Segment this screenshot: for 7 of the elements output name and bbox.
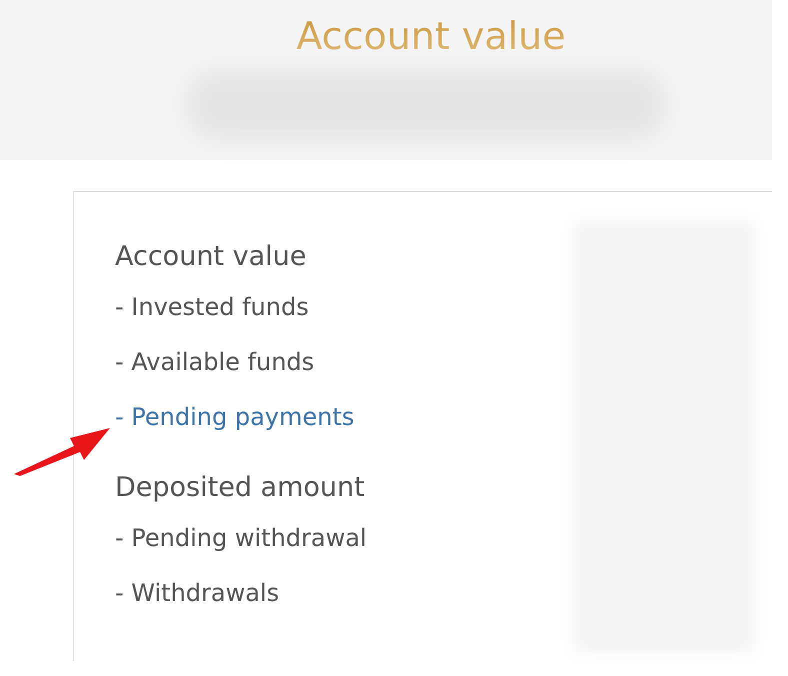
pending-payments-link[interactable]: - Pending payments	[115, 390, 354, 445]
row-label: - Withdrawals	[115, 578, 280, 609]
section-heading: Deposited amount	[115, 471, 366, 505]
row-label: - Invested funds	[115, 292, 309, 323]
row-label: - Pending withdrawal	[115, 523, 367, 554]
row-label: - Available funds	[115, 347, 314, 378]
section-heading: Account value	[115, 240, 308, 274]
